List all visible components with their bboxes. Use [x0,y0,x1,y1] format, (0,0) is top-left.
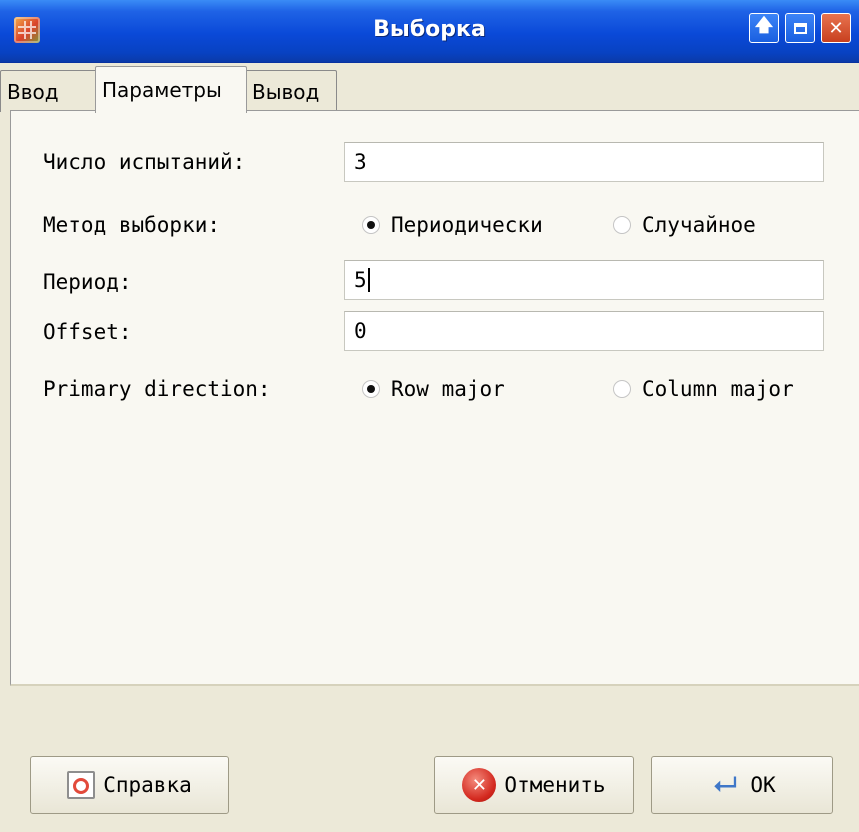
title-bar: Выборка 🡅 ✕ [0,0,859,63]
period-value: 5 [354,268,367,292]
radio-selected-icon [362,380,380,398]
offset-label: Offset: [43,320,132,344]
radio-column-major[interactable]: Column major [613,377,794,401]
tab-label: Параметры [102,78,222,102]
enter-arrow-icon: ⮠ [713,767,738,802]
trials-label: Число испытаний: [43,150,246,174]
tab-label: Ввод [7,79,59,104]
roll-up-button[interactable]: 🡅 [749,13,779,43]
tab-parameters[interactable]: Параметры [95,66,247,113]
close-icon: ✕ [828,17,844,39]
period-label: Период: [43,270,132,294]
maximize-icon [793,22,807,34]
cancel-button[interactable]: ✕ Отменить [434,756,634,814]
radio-random[interactable]: Случайное [613,213,756,237]
method-label: Метод выборки: [43,213,221,237]
tab-bar: Ввод Параметры Вывод [0,64,859,113]
close-button[interactable]: ✕ [821,13,851,43]
cancel-button-label: Отменить [504,773,606,797]
radio-unselected-icon [613,216,631,234]
radio-periodic-label: Периодически [391,213,543,237]
radio-row-major[interactable]: Row major [362,377,505,401]
help-button[interactable]: Справка [30,756,229,814]
offset-input[interactable]: 0 [344,311,824,351]
window-title: Выборка [373,17,486,42]
radio-selected-icon [362,216,380,234]
radio-column-major-label: Column major [642,377,794,401]
direction-label: Primary direction: [43,377,271,401]
trials-input[interactable]: 3 [344,142,824,182]
period-input[interactable]: 5 [344,260,824,300]
arrow-up-icon: 🡅 [754,15,774,36]
radio-row-major-label: Row major [391,377,505,401]
ok-button[interactable]: ⮠ OK [651,756,833,814]
help-button-label: Справка [103,773,192,797]
radio-unselected-icon [613,380,631,398]
tab-label: Вывод [252,79,320,104]
trials-value: 3 [354,150,367,174]
cancel-icon: ✕ [462,768,497,802]
ok-button-label: OK [750,773,776,797]
tab-output[interactable]: Вывод [245,70,337,112]
help-icon [67,771,96,799]
offset-value: 0 [354,319,367,343]
radio-random-label: Случайное [642,213,756,237]
tab-input[interactable]: Ввод [0,70,97,112]
radio-periodic[interactable]: Периодически [362,213,543,237]
text-cursor [367,268,370,292]
maximize-button[interactable] [785,13,815,43]
